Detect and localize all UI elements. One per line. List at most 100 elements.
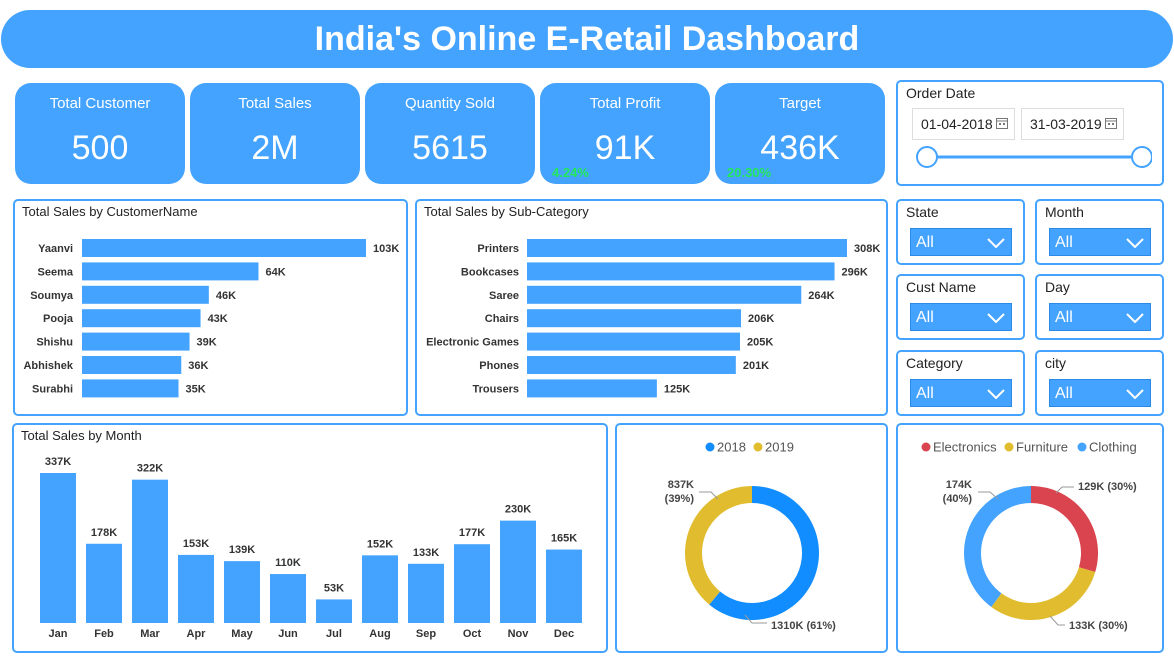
kpi-total-customer[interactable]: Total Customer 500 [15, 83, 185, 184]
cust-name-dropdown[interactable]: All [910, 303, 1012, 331]
data-label: 308K [854, 243, 880, 255]
data-label: 103K [373, 243, 399, 255]
bar[interactable] [316, 599, 352, 623]
kpi-label: Total Customer [49, 95, 151, 112]
calendar-icon[interactable] [1105, 117, 1117, 129]
month-label: Dec [554, 628, 574, 640]
bar[interactable] [527, 262, 835, 281]
legend-marker [705, 442, 715, 452]
data-label: 133K [413, 547, 439, 559]
data-label: 139K [229, 544, 255, 556]
order-date-label: Order Date [906, 85, 976, 101]
kpi-label: Total Sales [238, 95, 312, 112]
category-label: Abhishek [23, 360, 73, 372]
bar[interactable] [82, 239, 366, 257]
category-label: Phones [479, 360, 519, 372]
donut-slice[interactable] [1031, 486, 1098, 573]
month-value: All [1055, 234, 1073, 251]
year-donut-panel: 2018 2019 1310K (61%) 837K (39%) [615, 423, 888, 653]
month-dropdown[interactable]: All [1049, 228, 1151, 256]
kpi-value: 91K [594, 129, 656, 167]
donut-slice[interactable] [991, 567, 1096, 620]
category-label: Pooja [43, 313, 74, 325]
date-range-slider[interactable] [912, 144, 1152, 170]
calendar-icon[interactable] [996, 117, 1008, 129]
city-dropdown[interactable]: All [1049, 379, 1151, 407]
chevron-down-icon [987, 313, 1005, 323]
month-label: Jan [49, 628, 68, 640]
slider-end-handle[interactable] [1131, 146, 1152, 168]
bar[interactable] [362, 555, 398, 623]
state-dropdown[interactable]: All [910, 228, 1012, 256]
page-title: India's Online E-Retail Dashboard [314, 19, 860, 58]
end-date-input[interactable]: 31-03-2019 [1021, 108, 1124, 140]
bar[interactable] [82, 356, 182, 374]
category-label: Seema [38, 266, 74, 278]
bar[interactable] [408, 563, 444, 623]
data-label: 337K [45, 456, 71, 468]
legend-marker [921, 442, 931, 452]
bar[interactable] [82, 332, 190, 351]
data-label: (40%) [943, 493, 973, 505]
bar[interactable] [454, 544, 490, 623]
chevron-down-icon [1126, 389, 1144, 399]
bar[interactable] [546, 549, 582, 623]
bar[interactable] [178, 554, 214, 623]
data-label: 230K [505, 504, 531, 516]
category-label: Bookcases [461, 266, 519, 278]
slider-start-handle[interactable] [916, 146, 938, 168]
order-date-slicer: Order Date 01-04-2018 31-03-2019 [896, 80, 1164, 186]
kpi-total-profit[interactable]: Total Profit 91K 4.24% [540, 83, 710, 184]
bar[interactable] [224, 561, 260, 623]
state-label: State [906, 204, 939, 220]
bar[interactable] [86, 543, 122, 623]
month-sales-panel: Total Sales by Month 337K Jan 178K Feb 322K M… [12, 423, 608, 653]
bar[interactable] [527, 239, 847, 257]
category-dropdown[interactable]: All [910, 379, 1012, 407]
category-label: Saree [489, 290, 519, 302]
bar[interactable] [527, 309, 742, 328]
kpi-label: Total Profit [589, 95, 661, 112]
data-label: 36K [188, 360, 208, 372]
data-label: 296K [842, 266, 868, 278]
month-label: May [231, 628, 253, 640]
subcategory-sales-panel: Total Sales by Sub-Category Printers 308K… [415, 199, 888, 416]
data-label: 205K [747, 337, 773, 349]
data-label: 129K (30%) [1078, 481, 1137, 493]
year-donut-chart[interactable]: 2018 2019 1310K (61%) 837K (39%) [617, 425, 886, 651]
legend-label: 2019 [765, 440, 794, 455]
kpi-quantity-sold[interactable]: Quantity Sold 5615 [365, 83, 535, 184]
category-donut-chart[interactable]: Electronics Furniture Clothing 129K (30%) 13… [898, 425, 1162, 651]
bar[interactable] [527, 379, 657, 398]
bar[interactable] [82, 262, 259, 281]
bar[interactable] [82, 285, 209, 304]
category-label: Printers [477, 243, 519, 255]
kpi-value: 5615 [412, 129, 488, 167]
donut-slice[interactable] [964, 486, 1031, 607]
kpi-total-sales[interactable]: Total Sales 2M [190, 83, 360, 184]
bar[interactable] [270, 574, 306, 623]
month-sales-chart[interactable]: 337K Jan 178K Feb 322K Mar 153K Apr 139K May 110K J… [14, 425, 606, 651]
bar[interactable] [82, 379, 179, 398]
bar[interactable] [527, 356, 736, 374]
data-label: 177K [459, 527, 485, 539]
start-date-input[interactable]: 01-04-2018 [912, 108, 1015, 140]
data-label: 174K [946, 479, 972, 491]
bar[interactable] [132, 479, 168, 623]
kpi-target[interactable]: Target 436K 20.30% [715, 83, 885, 184]
data-label: (39%) [665, 493, 695, 505]
city-label: city [1045, 355, 1066, 371]
bar[interactable] [527, 332, 740, 351]
bar[interactable] [527, 285, 802, 304]
subcategory-sales-chart[interactable]: Printers 308K Bookcases 296K Saree 264K Chairs… [417, 201, 886, 414]
month-label: Nov [508, 628, 530, 640]
category-label: Category [906, 355, 963, 371]
kpi-value: 500 [71, 129, 129, 167]
bar[interactable] [40, 473, 76, 623]
bar[interactable] [500, 520, 536, 623]
donut-slice[interactable] [685, 486, 752, 605]
customer-sales-chart[interactable]: Yaanvi 103K Seema 64K Soumya 46K Pooja 43K Shish… [15, 201, 406, 414]
day-dropdown[interactable]: All [1049, 303, 1151, 331]
bar[interactable] [82, 309, 201, 328]
legend-label: Electronics [933, 440, 997, 455]
